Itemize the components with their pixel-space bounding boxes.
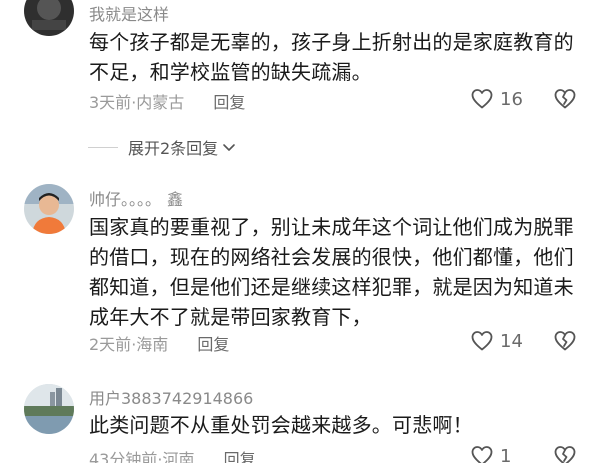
comment-location: 河南 (162, 450, 195, 463)
broken-heart-icon (554, 89, 576, 109)
dislike-button[interactable] (553, 444, 577, 463)
expand-replies-label: 展开2条回复 (128, 139, 219, 158)
comment-location: 内蒙古 (136, 93, 185, 112)
comment-location: 海南 (136, 335, 169, 354)
like-count: 14 (500, 330, 523, 352)
comment-time: 3天前 (89, 93, 132, 112)
avatar[interactable] (24, 184, 74, 234)
heart-outline-icon (471, 331, 493, 351)
comment-meta: 2天前·海南 回复 (89, 331, 229, 355)
comment-meta: 3天前·内蒙古 回复 (89, 89, 245, 113)
like-count: 1 (500, 445, 512, 463)
divider-line (88, 146, 118, 148)
like-count: 16 (500, 88, 523, 110)
comment-text: 每个孩子都是无辜的，孩子身上折射出的是家庭教育的不足，和学校监管的缺失疏漏。 (89, 30, 574, 84)
like-button[interactable]: 16 (470, 87, 523, 111)
username-text: 帅仔。。。。 (89, 190, 162, 209)
username-extra: 鑫 (167, 190, 184, 209)
dislike-button[interactable] (553, 87, 577, 115)
reply-button[interactable]: 回复 (197, 335, 229, 354)
avatar-image (24, 0, 74, 36)
username[interactable]: 用户3883742914866 (89, 385, 253, 409)
username[interactable]: 我就是这样 (89, 1, 169, 25)
reply-button[interactable]: 回复 (213, 93, 245, 112)
comment-text: 此类问题不从重处罚会越来越多。可悲啊！ (89, 413, 473, 437)
username[interactable]: 帅仔。。。。鑫 (89, 186, 183, 210)
avatar[interactable] (24, 0, 74, 36)
comment-time: 43分钟前 (89, 450, 158, 463)
comment-meta: 43分钟前·河南 回复 (89, 446, 256, 463)
like-button[interactable]: 1 (470, 444, 511, 463)
avatar[interactable] (24, 384, 74, 434)
avatar-image (24, 384, 74, 434)
chevron-down-icon (223, 144, 235, 151)
reply-button[interactable]: 回复 (224, 450, 256, 463)
broken-heart-icon (554, 331, 576, 351)
like-button[interactable]: 14 (470, 329, 523, 353)
comment-time: 2天前 (89, 335, 132, 354)
broken-heart-icon (554, 446, 576, 463)
comment-text: 国家真的要重视了，别让未成年这个词让他们成为脱罪的借口，现在的网络社会发展的很快… (89, 215, 574, 329)
expand-replies-button[interactable]: 展开2条回复 (88, 135, 237, 159)
heart-outline-icon (471, 89, 493, 109)
dislike-button[interactable] (553, 329, 577, 357)
heart-outline-icon (471, 446, 493, 463)
avatar-image (24, 184, 74, 234)
